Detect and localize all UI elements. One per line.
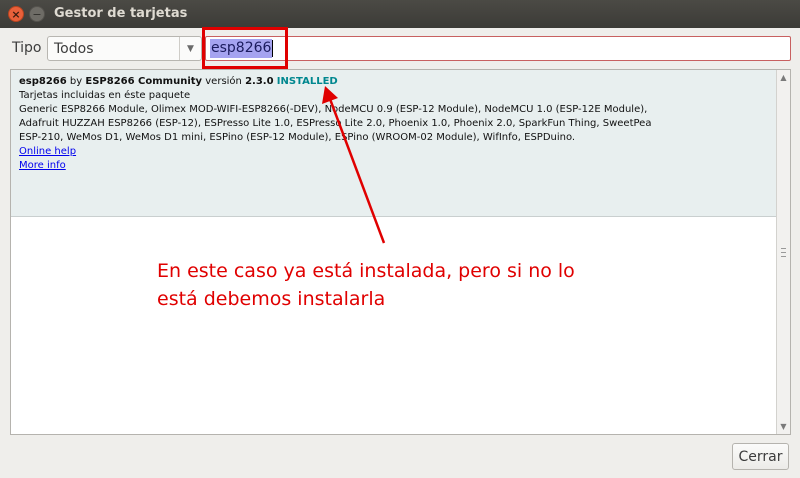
arrow-down-icon[interactable]: ▼ xyxy=(779,422,788,431)
vertical-scrollbar[interactable]: ▲ ▼ xyxy=(776,70,790,434)
title-bar: × − Gestor de tarjetas xyxy=(0,0,800,28)
board-version: 2.3.0 xyxy=(245,76,274,87)
board-by-label: by xyxy=(69,76,83,87)
tipo-label: Tipo xyxy=(12,40,42,56)
chevron-down-icon[interactable]: ▼ xyxy=(179,37,201,60)
installed-badge: INSTALLED xyxy=(276,76,338,87)
board-name: esp8266 xyxy=(19,76,67,87)
boards-list-line: Adafruit HUZZAH ESP8266 (ESP-12), ESPres… xyxy=(19,118,652,129)
scroll-grip-icon[interactable] xyxy=(781,248,786,257)
window-minimize-icon[interactable]: − xyxy=(29,6,45,22)
boards-list-line: ESP-210, WeMos D1, WeMos D1 mini, ESPino… xyxy=(19,132,576,143)
close-button[interactable]: Cerrar xyxy=(732,443,789,470)
search-input[interactable]: esp8266 xyxy=(205,36,791,61)
search-input-value: esp8266 xyxy=(210,39,273,58)
board-list[interactable]: esp8266 by ESP8266 Community versión 2.3… xyxy=(10,69,791,435)
more-info-link[interactable]: More info xyxy=(19,159,66,173)
annotation-line-2: está debemos instalarla xyxy=(157,288,386,310)
text-caret xyxy=(272,40,274,57)
board-header: esp8266 by ESP8266 Community versión 2.3… xyxy=(19,75,769,89)
online-help-link[interactable]: Online help xyxy=(19,145,76,159)
annotation-line-1: En este caso ya está instalada, pero si … xyxy=(157,260,575,282)
window-title: Gestor de tarjetas xyxy=(54,6,188,21)
board-list-item[interactable]: esp8266 by ESP8266 Community versión 2.3… xyxy=(11,70,777,217)
boards-list-line: Generic ESP8266 Module, Olimex MOD-WIFI-… xyxy=(19,104,648,115)
window-close-icon[interactable]: × xyxy=(8,6,24,22)
board-author: ESP8266 Community xyxy=(85,76,203,87)
tipo-select[interactable]: Todos ▼ xyxy=(47,36,202,61)
boards-included-label: Tarjetas incluidas en éste paquete xyxy=(19,90,191,101)
board-version-label: versión xyxy=(205,76,242,87)
tipo-selected-value: Todos xyxy=(54,40,94,57)
annotation-text: En este caso ya está instalada, pero si … xyxy=(157,257,677,313)
arrow-up-icon[interactable]: ▲ xyxy=(779,73,788,82)
